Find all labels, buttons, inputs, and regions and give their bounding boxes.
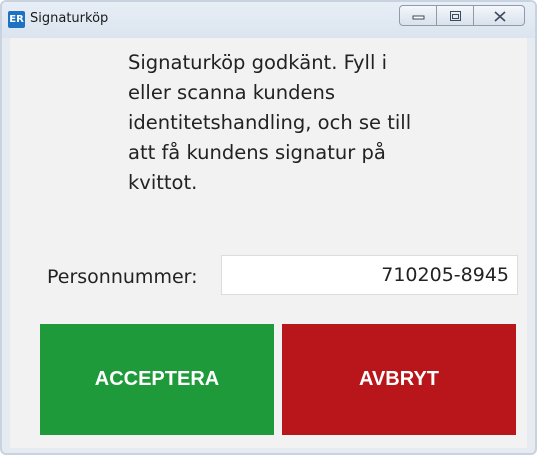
dialog-content: Signaturköp godkänt. Fyll i eller scanna… [10,38,527,448]
title-bar[interactable]: ER Signaturköp [2,2,535,38]
accept-button[interactable]: ACCEPTERA [40,324,274,435]
window-controls [399,5,525,26]
maximize-icon [450,11,461,21]
maximize-button[interactable] [436,5,474,26]
personnummer-label: Personnummer: [47,266,198,288]
window-title: Signaturköp [30,11,109,26]
personnummer-input[interactable] [221,255,518,295]
minimize-button[interactable] [399,5,437,26]
close-button[interactable] [473,5,525,26]
cancel-button[interactable]: AVBRYT [282,324,516,435]
close-icon [494,11,506,22]
minimize-icon [412,15,425,20]
app-icon: ER [8,11,25,28]
dialog-window: ER Signaturköp Signaturköp godkänt. Fyll… [0,0,537,455]
instruction-message: Signaturköp godkänt. Fyll i eller scanna… [128,51,412,194]
